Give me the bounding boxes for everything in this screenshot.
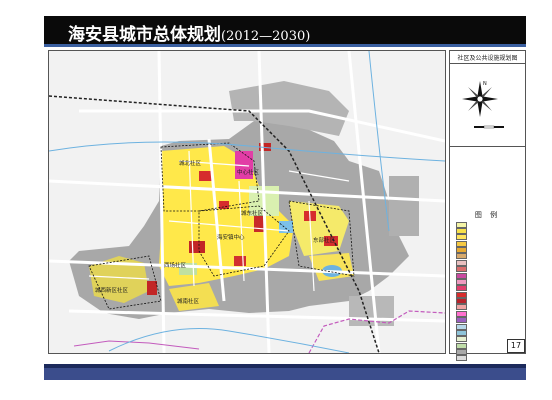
legend-swatch: [456, 349, 467, 356]
legend-swatch: [456, 234, 467, 241]
page-number: 17: [507, 339, 525, 353]
legend-swatch: [456, 272, 467, 279]
commercial-block: [219, 201, 229, 209]
legend-panel: 社区及公共设施规划图 N 图 例: [449, 50, 526, 362]
title-main: 海安县城市总体规划: [68, 25, 221, 45]
legend-swatch: [456, 266, 467, 273]
panel-divider: [450, 146, 525, 147]
planning-map: [49, 51, 445, 353]
legend-item: [456, 259, 522, 266]
commercial-block: [234, 256, 246, 266]
map-label-southwest: 西场社区: [164, 263, 187, 269]
map-label-east: 东部社区: [313, 238, 336, 244]
title-bar: 海安县城市总体规划(2012—2030): [44, 16, 526, 47]
legend-swatch: [456, 342, 467, 349]
legend-swatch: [456, 336, 467, 343]
legend-swatch: [456, 298, 467, 305]
commercial-block: [254, 216, 264, 232]
legend-item: [456, 317, 522, 324]
legend-swatch: [456, 240, 467, 247]
footer-bar: [44, 364, 526, 380]
legend-item: [456, 266, 522, 273]
map-label-north: 城北社区: [179, 161, 202, 167]
legend-swatch: [456, 317, 467, 324]
footer-bar-stripe: [44, 364, 526, 368]
legend-item: [456, 285, 522, 292]
legend-swatch: [456, 285, 467, 292]
legend-item: [456, 310, 522, 317]
legend-item: [456, 272, 522, 279]
compass-n-label: N: [483, 81, 487, 87]
legend-swatch: [456, 278, 467, 285]
legend-item: [456, 355, 522, 362]
map-label-south: 城南社区: [177, 299, 200, 305]
map-label-center-mid: 海安镇中心: [217, 235, 245, 241]
legend-swatch: [456, 323, 467, 330]
title-years: (2012—2030): [221, 29, 311, 44]
legend-item: [456, 227, 522, 234]
commercial-block: [147, 281, 157, 295]
legend-swatch: [456, 291, 467, 298]
panel-title: 社区及公共设施规划图: [457, 55, 518, 62]
panel-divider: [450, 63, 525, 64]
legend-item: [456, 221, 522, 228]
east-industrial: [389, 176, 419, 236]
commercial-block: [189, 241, 205, 253]
map-label-west: 城西新区社区: [95, 288, 129, 294]
legend-swatch: [456, 221, 467, 228]
legend-swatch: [456, 227, 467, 234]
map-label-center-top: 中心社区: [237, 170, 260, 176]
legend-item: [456, 234, 522, 241]
scale-bar: [474, 125, 504, 131]
legend-item: [456, 329, 522, 336]
legend-item: [456, 291, 522, 298]
legend-swatch: [456, 259, 467, 266]
map-canvas: 城北社区 中心社区 城东社区 海安镇中心 东部社区 西场社区 城西新区社区 城南…: [48, 50, 446, 354]
legend-swatch: [456, 304, 467, 311]
legend-swatch: [456, 247, 467, 254]
map-label-east-center: 城东社区: [241, 211, 264, 217]
legend-title: 图 例: [474, 211, 501, 219]
legend-item: [456, 304, 522, 311]
map-title: 海安县城市总体规划(2012—2030): [68, 20, 310, 45]
legend-item: [456, 298, 522, 305]
legend-swatch: [456, 329, 467, 336]
legend-swatch: [456, 355, 467, 362]
legend-item: [456, 278, 522, 285]
legend-item: [456, 247, 522, 254]
legend-item: [456, 323, 522, 330]
legend-item: [456, 253, 522, 260]
legend-swatch: [456, 253, 467, 260]
north-arrow-icon: N: [460, 79, 500, 119]
legend-swatch: [456, 310, 467, 317]
legend-item: [456, 240, 522, 247]
